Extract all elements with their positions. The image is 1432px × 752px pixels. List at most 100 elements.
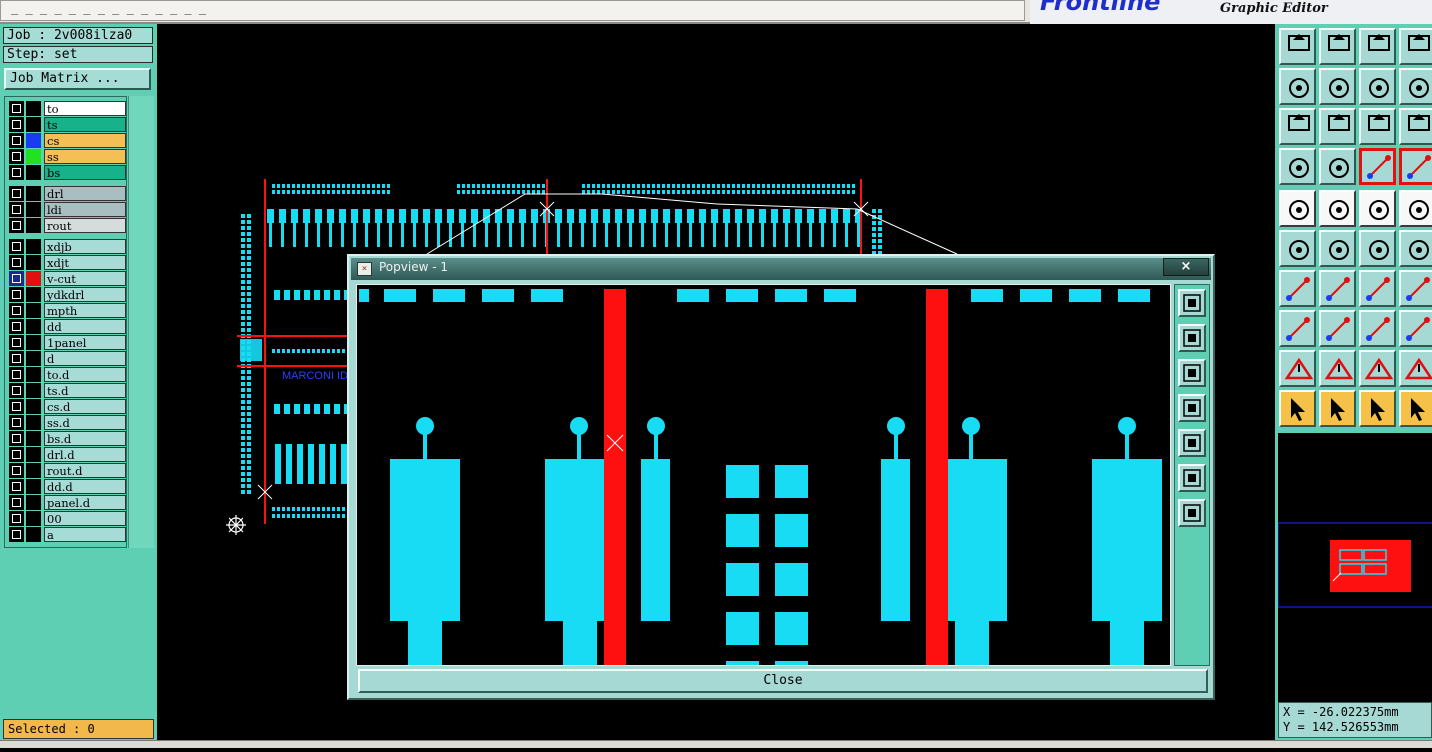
layer-checkbox[interactable] xyxy=(9,447,24,462)
copy-icon[interactable] xyxy=(1399,310,1432,347)
layer-row-v-cut[interactable]: v-cut xyxy=(9,271,126,286)
layer-color-swatch[interactable] xyxy=(26,415,41,430)
layer-color-swatch[interactable] xyxy=(26,335,41,350)
layer-color-swatch[interactable] xyxy=(26,218,41,233)
layer-row-mpth[interactable]: mpth xyxy=(9,303,126,318)
layer-checkbox[interactable] xyxy=(9,479,24,494)
fit-height-icon[interactable] xyxy=(1178,499,1206,527)
layer-checkbox[interactable] xyxy=(9,218,24,233)
layer-row-panel.d[interactable]: panel.d xyxy=(9,495,126,510)
layer-color-swatch[interactable] xyxy=(26,149,41,164)
net-select-icon[interactable] xyxy=(1399,148,1432,185)
layer-row-00[interactable]: 00 xyxy=(9,511,126,526)
flip-icon[interactable] xyxy=(1399,270,1432,307)
triangle-icon[interactable] xyxy=(1279,350,1316,387)
connect-icon[interactable] xyxy=(1279,230,1316,267)
popview-titlebar[interactable]: × Popview - 1 × xyxy=(351,258,1211,280)
close-icon[interactable]: × xyxy=(1163,258,1209,276)
layer-color-swatch[interactable] xyxy=(26,479,41,494)
layer-checkbox[interactable] xyxy=(9,335,24,350)
select-icon[interactable] xyxy=(1279,390,1316,427)
select-lasso-icon[interactable] xyxy=(1359,390,1396,427)
layer-color-swatch[interactable] xyxy=(26,495,41,510)
angle-icon[interactable] xyxy=(1279,270,1316,307)
layer-color-swatch[interactable] xyxy=(26,239,41,254)
layer-checkbox[interactable] xyxy=(9,101,24,116)
layer-checkbox[interactable] xyxy=(9,149,24,164)
layer-color-swatch[interactable] xyxy=(26,287,41,302)
draw-line-icon[interactable] xyxy=(1319,270,1356,307)
command-field[interactable]: _ _ _ _ _ _ _ _ _ _ _ _ _ _ xyxy=(0,0,1025,21)
popview-zoom-view[interactable] xyxy=(356,284,1171,666)
rotate-icon[interactable] xyxy=(1399,68,1432,105)
layer-row-ydkdrl[interactable]: ydkdrl xyxy=(9,287,126,302)
layer-checkbox[interactable] xyxy=(9,202,24,217)
layer-checkbox[interactable] xyxy=(9,239,24,254)
pan-right-icon[interactable] xyxy=(1178,429,1206,457)
home-icon[interactable] xyxy=(1359,28,1396,65)
layer-checkbox[interactable] xyxy=(9,351,24,366)
pan-left-icon[interactable] xyxy=(1178,394,1206,422)
layer-checkbox[interactable] xyxy=(9,255,24,270)
arrow-up-icon[interactable] xyxy=(1319,350,1356,387)
layer-color-swatch[interactable] xyxy=(26,186,41,201)
arc-icon[interactable] xyxy=(1359,270,1396,307)
layer-row-ss.d[interactable]: ss.d xyxy=(9,415,126,430)
layer-row-ts[interactable]: ts xyxy=(9,117,126,132)
layer-row-to[interactable]: to xyxy=(9,101,126,116)
graphic-canvas[interactable]: MARCONI ID × Popview - 1 × Close xyxy=(157,24,1275,748)
swap-icon[interactable] xyxy=(1359,68,1396,105)
layer-list-scrollbar[interactable] xyxy=(128,96,154,548)
layer-checkbox[interactable] xyxy=(9,186,24,201)
pan-right-icon[interactable] xyxy=(1319,68,1356,105)
layer-color-swatch[interactable] xyxy=(26,117,41,132)
layer-color-swatch[interactable] xyxy=(26,271,41,286)
layer-checkbox[interactable] xyxy=(9,133,24,148)
layer-row-d[interactable]: d xyxy=(9,351,126,366)
layer-color-swatch[interactable] xyxy=(26,367,41,382)
layer-color-swatch[interactable] xyxy=(26,202,41,217)
split-icon[interactable] xyxy=(1319,310,1356,347)
layer-row-dd[interactable]: dd xyxy=(9,319,126,334)
layer-row-to.d[interactable]: to.d xyxy=(9,367,126,382)
fit-icon[interactable] xyxy=(1279,108,1316,145)
layer-color-swatch[interactable] xyxy=(26,383,41,398)
layer-color-swatch[interactable] xyxy=(26,303,41,318)
layer-row-ts.d[interactable]: ts.d xyxy=(9,383,126,398)
layer-checkbox[interactable] xyxy=(9,431,24,446)
layer-color-swatch[interactable] xyxy=(26,351,41,366)
layer-color-swatch[interactable] xyxy=(26,527,41,542)
layer-checkbox[interactable] xyxy=(9,287,24,302)
layer-row-a[interactable]: a xyxy=(9,527,126,542)
close-button[interactable]: Close xyxy=(358,669,1208,693)
layer-color-swatch[interactable] xyxy=(26,431,41,446)
zoom-out-icon[interactable] xyxy=(1178,359,1206,387)
layer-color-swatch[interactable] xyxy=(26,447,41,462)
zoom-window-icon[interactable] xyxy=(1178,289,1206,317)
add-line-icon[interactable] xyxy=(1359,230,1396,267)
probe-icon[interactable] xyxy=(1319,148,1356,185)
layer-checkbox[interactable] xyxy=(9,117,24,132)
layer-row-rout.d[interactable]: rout.d xyxy=(9,463,126,478)
pad-icon[interactable] xyxy=(1399,190,1432,227)
layer-checkbox[interactable] xyxy=(9,463,24,478)
layer-checkbox[interactable] xyxy=(9,383,24,398)
layer-color-swatch[interactable] xyxy=(26,133,41,148)
move-up-icon[interactable] xyxy=(1279,28,1316,65)
layer-checkbox[interactable] xyxy=(9,527,24,542)
layer-row-xdjt[interactable]: xdjt xyxy=(9,255,126,270)
select-net-icon[interactable] xyxy=(1399,390,1432,427)
arrow-a-icon[interactable] xyxy=(1359,350,1396,387)
layer-color-swatch[interactable] xyxy=(26,463,41,478)
move-down-icon[interactable] xyxy=(1319,28,1356,65)
layer-row-rout[interactable]: rout xyxy=(9,218,126,233)
layer-row-xdjb[interactable]: xdjb xyxy=(9,239,126,254)
add-arc-icon[interactable] xyxy=(1399,230,1432,267)
layer-color-swatch[interactable] xyxy=(26,101,41,116)
fit-all-icon[interactable] xyxy=(1178,464,1206,492)
net-highlight-icon[interactable] xyxy=(1359,148,1396,185)
layer-row-dd.d[interactable]: dd.d xyxy=(9,479,126,494)
center-icon[interactable] xyxy=(1319,108,1356,145)
layer-row-ss[interactable]: ss xyxy=(9,149,126,164)
delete-icon[interactable] xyxy=(1319,230,1356,267)
